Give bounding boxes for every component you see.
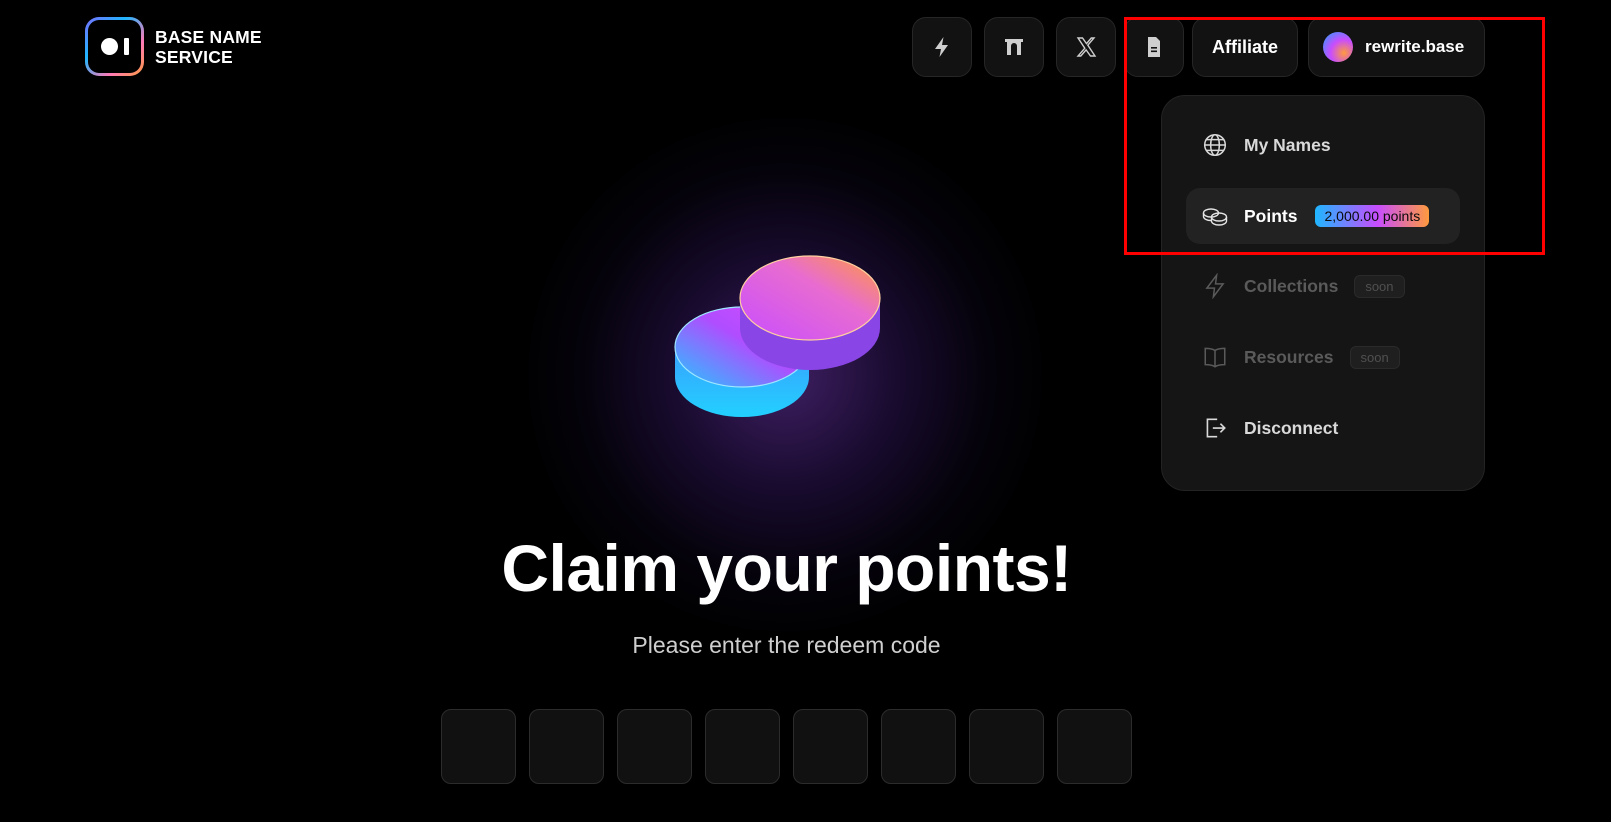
menu-item-points[interactable]: Points 2,000.00 points (1186, 188, 1460, 244)
account-dropdown-menu: My Names Points 2,000.00 points Collecti… (1161, 95, 1485, 491)
code-digit-input[interactable] (969, 709, 1044, 784)
x-logo-icon (1076, 37, 1097, 57)
code-digit-input[interactable] (881, 709, 956, 784)
menu-item-my-names[interactable]: My Names (1186, 117, 1460, 173)
page-title: Claim your points! (501, 531, 1072, 605)
logo-icon (85, 17, 144, 76)
brand-name: BASE NAME SERVICE (155, 26, 262, 67)
affiliate-button[interactable]: Affiliate (1192, 17, 1298, 77)
book-icon (1204, 347, 1226, 368)
coins-icon (1202, 208, 1228, 226)
coins-illustration-icon (674, 255, 881, 417)
lightning-button[interactable] (912, 17, 972, 77)
lightning-icon (935, 37, 948, 57)
code-digit-input[interactable] (793, 709, 868, 784)
avatar (1323, 32, 1353, 62)
menu-label: My Names (1244, 134, 1331, 155)
gateway-button[interactable] (984, 17, 1044, 77)
redeem-code-inputs (441, 709, 1132, 784)
account-button[interactable]: rewrite.base (1308, 17, 1485, 77)
page-subtitle: Please enter the redeem code (632, 632, 941, 658)
menu-label: Resources (1244, 346, 1334, 367)
logout-icon (1206, 418, 1226, 438)
code-digit-input[interactable] (1057, 709, 1132, 784)
points-balance-badge: 2,000.00 points (1315, 205, 1430, 227)
affiliate-label: Affiliate (1211, 36, 1278, 57)
menu-label: Points (1244, 205, 1298, 226)
account-name: rewrite.base (1365, 37, 1465, 56)
menu-label: Collections (1244, 275, 1339, 296)
menu-label: Disconnect (1244, 417, 1339, 438)
lightning-outline-icon (1205, 273, 1225, 299)
menu-item-disconnect[interactable]: Disconnect (1186, 400, 1460, 456)
menu-item-resources[interactable]: Resources soon (1186, 329, 1460, 385)
soon-badge: soon (1354, 274, 1405, 298)
brand-logo[interactable]: BASE NAME SERVICE (85, 17, 262, 76)
document-icon (1148, 37, 1160, 57)
x-social-button[interactable] (1056, 17, 1116, 77)
docs-button[interactable] (1124, 17, 1184, 77)
code-digit-input[interactable] (705, 709, 780, 784)
globe-icon (1203, 133, 1227, 157)
code-digit-input[interactable] (529, 709, 604, 784)
menu-item-collections[interactable]: Collections soon (1186, 258, 1460, 314)
gateway-icon (1005, 39, 1023, 55)
code-digit-input[interactable] (441, 709, 516, 784)
code-digit-input[interactable] (617, 709, 692, 784)
soon-badge: soon (1349, 345, 1400, 369)
